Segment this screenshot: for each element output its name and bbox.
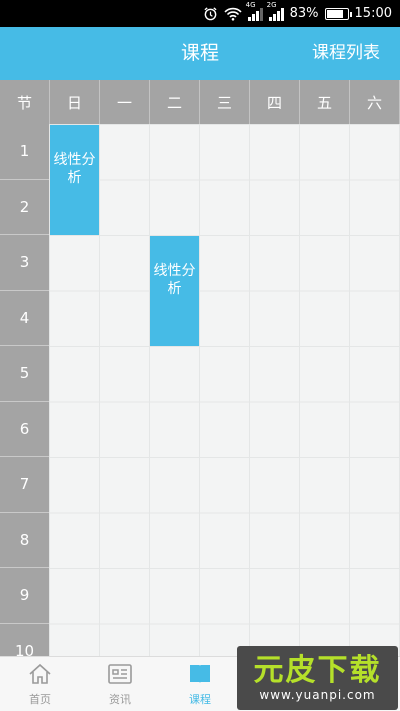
period-header-cell: 节 bbox=[0, 80, 50, 124]
tab-label: 首页 bbox=[29, 693, 51, 706]
period-cell: 4 bbox=[0, 290, 49, 346]
period-column: 1 2 3 4 5 6 7 8 9 10 bbox=[0, 124, 49, 656]
tab-news[interactable]: 资讯 bbox=[80, 657, 160, 711]
tab-book[interactable]: 课程 bbox=[160, 657, 240, 711]
timetable-grid: 1 2 3 4 5 6 7 8 9 10 线性分析 线性分析 bbox=[0, 124, 400, 656]
weekday-cell: 日 bbox=[50, 80, 100, 124]
signal-icon-1: 4G bbox=[246, 1, 263, 21]
weekday-cell: 六 bbox=[350, 80, 400, 124]
tab-home[interactable]: 首页 bbox=[0, 657, 80, 711]
tab-label: 资讯 bbox=[109, 693, 131, 706]
tab-label: 课程 bbox=[189, 693, 211, 706]
period-cell: 3 bbox=[0, 235, 49, 291]
period-cell: 5 bbox=[0, 346, 49, 402]
news-icon bbox=[107, 662, 133, 691]
watermark-url: www.yuanpi.com bbox=[259, 688, 376, 702]
period-cell: 8 bbox=[0, 512, 49, 568]
network-label-1: 4G bbox=[245, 0, 256, 9]
status-bar: 4G 2G 83% 15:00 bbox=[0, 0, 400, 27]
signal-icon-2: 2G bbox=[267, 1, 284, 21]
weekday-header: 节日一二三四五六 bbox=[0, 80, 400, 124]
wifi-icon bbox=[224, 6, 242, 22]
watermark-logo: 元皮下载 www.yuanpi.com bbox=[237, 646, 398, 710]
course-name: 线性分析 bbox=[153, 263, 196, 297]
course-list-button[interactable]: 课程列表 bbox=[312, 27, 380, 80]
period-cell: 9 bbox=[0, 568, 49, 624]
weekday-cell: 三 bbox=[200, 80, 250, 124]
network-label-2: 2G bbox=[266, 0, 277, 9]
course-name: 线性分析 bbox=[53, 152, 96, 186]
weekday-cell: 四 bbox=[250, 80, 300, 124]
book-icon bbox=[187, 662, 213, 691]
weekday-cell: 一 bbox=[100, 80, 150, 124]
status-time: 15:00 bbox=[354, 6, 392, 21]
timetable-cells[interactable] bbox=[49, 124, 400, 656]
battery-icon bbox=[324, 7, 352, 20]
period-cell: 10 bbox=[0, 623, 49, 656]
course-block[interactable]: 线性分析 bbox=[150, 236, 199, 346]
period-cell: 1 bbox=[0, 124, 49, 180]
home-icon bbox=[27, 662, 53, 691]
period-cell: 2 bbox=[0, 179, 49, 235]
watermark-main: 元皮下载 bbox=[253, 653, 382, 688]
alarm-icon bbox=[203, 6, 218, 22]
period-cell: 7 bbox=[0, 457, 49, 513]
battery-percent: 83% bbox=[289, 6, 319, 21]
weekday-cell: 二 bbox=[150, 80, 200, 124]
app-header: 课程 课程列表 bbox=[0, 27, 400, 80]
period-cell: 6 bbox=[0, 401, 49, 457]
weekday-cell: 五 bbox=[300, 80, 350, 124]
course-block[interactable]: 线性分析 bbox=[50, 125, 99, 235]
